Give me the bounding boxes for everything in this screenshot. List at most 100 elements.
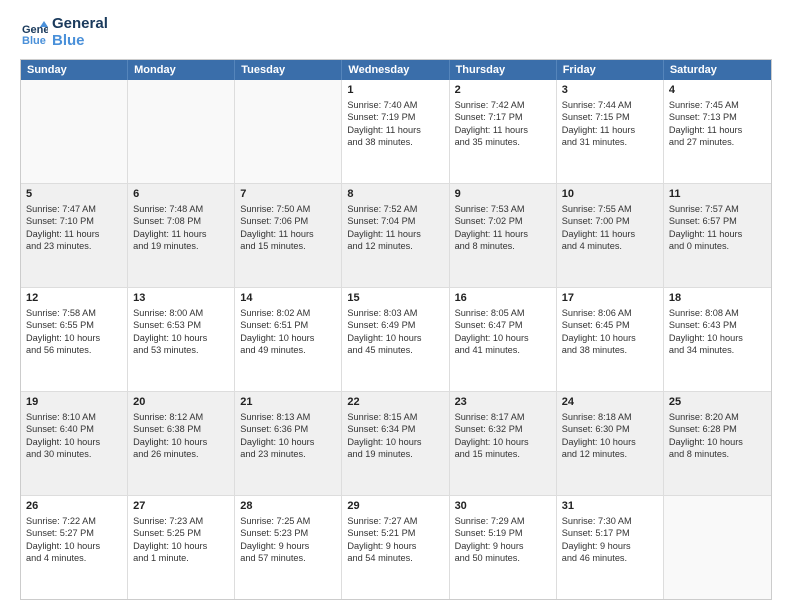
calendar-cell-r0c0	[21, 80, 128, 183]
day-info-line: and 8 minutes.	[455, 240, 551, 252]
day-number: 20	[133, 395, 229, 410]
calendar-cell-r1c5: 10Sunrise: 7:55 AMSunset: 7:00 PMDayligh…	[557, 184, 664, 287]
day-info-line: Daylight: 11 hours	[455, 124, 551, 136]
day-number: 18	[669, 291, 766, 306]
day-info-line: Daylight: 10 hours	[669, 332, 766, 344]
header-day-saturday: Saturday	[664, 60, 771, 80]
day-info-line: Daylight: 10 hours	[26, 436, 122, 448]
day-info-line: and 4 minutes.	[562, 240, 658, 252]
day-number: 22	[347, 395, 443, 410]
day-info-line: and 34 minutes.	[669, 344, 766, 356]
day-info-line: Daylight: 9 hours	[240, 540, 336, 552]
calendar-cell-r1c6: 11Sunrise: 7:57 AMSunset: 6:57 PMDayligh…	[664, 184, 771, 287]
calendar-cell-r2c6: 18Sunrise: 8:08 AMSunset: 6:43 PMDayligh…	[664, 288, 771, 391]
day-number: 3	[562, 83, 658, 98]
day-info-line: Sunrise: 7:48 AM	[133, 203, 229, 215]
calendar-cell-r4c2: 28Sunrise: 7:25 AMSunset: 5:23 PMDayligh…	[235, 496, 342, 599]
day-info-line: Sunrise: 7:45 AM	[669, 99, 766, 111]
day-number: 12	[26, 291, 122, 306]
calendar-row-1: 5Sunrise: 7:47 AMSunset: 7:10 PMDaylight…	[21, 184, 771, 288]
logo-text: General Blue	[52, 16, 108, 49]
calendar-cell-r3c4: 23Sunrise: 8:17 AMSunset: 6:32 PMDayligh…	[450, 392, 557, 495]
day-info-line: Sunrise: 8:08 AM	[669, 307, 766, 319]
calendar-cell-r0c6: 4Sunrise: 7:45 AMSunset: 7:13 PMDaylight…	[664, 80, 771, 183]
day-number: 23	[455, 395, 551, 410]
day-number: 9	[455, 187, 551, 202]
day-number: 11	[669, 187, 766, 202]
day-info-line: and 30 minutes.	[26, 448, 122, 460]
day-number: 26	[26, 499, 122, 514]
day-number: 13	[133, 291, 229, 306]
calendar-row-3: 19Sunrise: 8:10 AMSunset: 6:40 PMDayligh…	[21, 392, 771, 496]
calendar-cell-r1c3: 8Sunrise: 7:52 AMSunset: 7:04 PMDaylight…	[342, 184, 449, 287]
day-info-line: and 23 minutes.	[26, 240, 122, 252]
calendar-cell-r3c3: 22Sunrise: 8:15 AMSunset: 6:34 PMDayligh…	[342, 392, 449, 495]
day-number: 27	[133, 499, 229, 514]
calendar-row-2: 12Sunrise: 7:58 AMSunset: 6:55 PMDayligh…	[21, 288, 771, 392]
day-info-line: Sunrise: 8:20 AM	[669, 411, 766, 423]
day-number: 5	[26, 187, 122, 202]
header-day-tuesday: Tuesday	[235, 60, 342, 80]
day-info-line: and 15 minutes.	[455, 448, 551, 460]
day-info-line: Sunrise: 7:23 AM	[133, 515, 229, 527]
day-info-line: and 23 minutes.	[240, 448, 336, 460]
day-number: 1	[347, 83, 443, 98]
day-info-line: Sunrise: 7:25 AM	[240, 515, 336, 527]
day-number: 24	[562, 395, 658, 410]
day-info-line: Sunrise: 8:06 AM	[562, 307, 658, 319]
day-info-line: Daylight: 10 hours	[455, 332, 551, 344]
calendar-cell-r2c1: 13Sunrise: 8:00 AMSunset: 6:53 PMDayligh…	[128, 288, 235, 391]
day-info-line: Sunrise: 8:05 AM	[455, 307, 551, 319]
day-info-line: and 4 minutes.	[26, 552, 122, 564]
day-number: 31	[562, 499, 658, 514]
calendar-cell-r3c2: 21Sunrise: 8:13 AMSunset: 6:36 PMDayligh…	[235, 392, 342, 495]
day-number: 16	[455, 291, 551, 306]
day-info-line: Sunrise: 7:22 AM	[26, 515, 122, 527]
calendar-cell-r2c4: 16Sunrise: 8:05 AMSunset: 6:47 PMDayligh…	[450, 288, 557, 391]
day-info-line: Daylight: 11 hours	[240, 228, 336, 240]
day-info-line: Sunset: 5:25 PM	[133, 527, 229, 539]
calendar-cell-r3c6: 25Sunrise: 8:20 AMSunset: 6:28 PMDayligh…	[664, 392, 771, 495]
calendar-cell-r1c1: 6Sunrise: 7:48 AMSunset: 7:08 PMDaylight…	[128, 184, 235, 287]
day-info-line: and 31 minutes.	[562, 136, 658, 148]
day-info-line: Sunset: 7:10 PM	[26, 215, 122, 227]
day-info-line: Sunrise: 7:30 AM	[562, 515, 658, 527]
day-info-line: Sunrise: 7:27 AM	[347, 515, 443, 527]
day-info-line: Sunrise: 7:44 AM	[562, 99, 658, 111]
day-info-line: Sunrise: 8:12 AM	[133, 411, 229, 423]
day-info-line: Sunset: 7:13 PM	[669, 111, 766, 123]
day-info-line: Sunset: 5:27 PM	[26, 527, 122, 539]
day-number: 14	[240, 291, 336, 306]
day-info-line: Sunrise: 8:03 AM	[347, 307, 443, 319]
calendar-cell-r1c4: 9Sunrise: 7:53 AMSunset: 7:02 PMDaylight…	[450, 184, 557, 287]
day-info-line: Sunrise: 7:29 AM	[455, 515, 551, 527]
day-info-line: and 53 minutes.	[133, 344, 229, 356]
calendar-cell-r4c3: 29Sunrise: 7:27 AMSunset: 5:21 PMDayligh…	[342, 496, 449, 599]
day-info-line: and 15 minutes.	[240, 240, 336, 252]
day-info-line: Sunset: 7:02 PM	[455, 215, 551, 227]
day-info-line: and 35 minutes.	[455, 136, 551, 148]
day-info-line: Sunset: 6:49 PM	[347, 319, 443, 331]
header-day-monday: Monday	[128, 60, 235, 80]
day-info-line: Sunset: 7:17 PM	[455, 111, 551, 123]
day-info-line: Daylight: 9 hours	[562, 540, 658, 552]
day-info-line: Daylight: 10 hours	[562, 332, 658, 344]
day-number: 28	[240, 499, 336, 514]
day-info-line: Sunrise: 7:53 AM	[455, 203, 551, 215]
day-info-line: Sunrise: 7:55 AM	[562, 203, 658, 215]
day-info-line: Daylight: 11 hours	[347, 228, 443, 240]
day-info-line: Daylight: 10 hours	[669, 436, 766, 448]
calendar-row-4: 26Sunrise: 7:22 AMSunset: 5:27 PM Dayligh…	[21, 496, 771, 599]
day-info-line: and 12 minutes.	[562, 448, 658, 460]
day-number: 21	[240, 395, 336, 410]
header: General Blue General Blue	[20, 16, 772, 49]
day-info-line: and 46 minutes.	[562, 552, 658, 564]
day-number: 30	[455, 499, 551, 514]
day-info-line: Sunset: 5:19 PM	[455, 527, 551, 539]
day-info-line: Daylight: 11 hours	[347, 124, 443, 136]
day-info-line: Daylight: 10 hours	[133, 540, 229, 552]
day-info-line: Sunset: 5:23 PM	[240, 527, 336, 539]
day-info-line: Sunset: 6:53 PM	[133, 319, 229, 331]
day-info-line: Sunrise: 8:18 AM	[562, 411, 658, 423]
calendar-cell-r0c4: 2Sunrise: 7:42 AMSunset: 7:17 PMDaylight…	[450, 80, 557, 183]
